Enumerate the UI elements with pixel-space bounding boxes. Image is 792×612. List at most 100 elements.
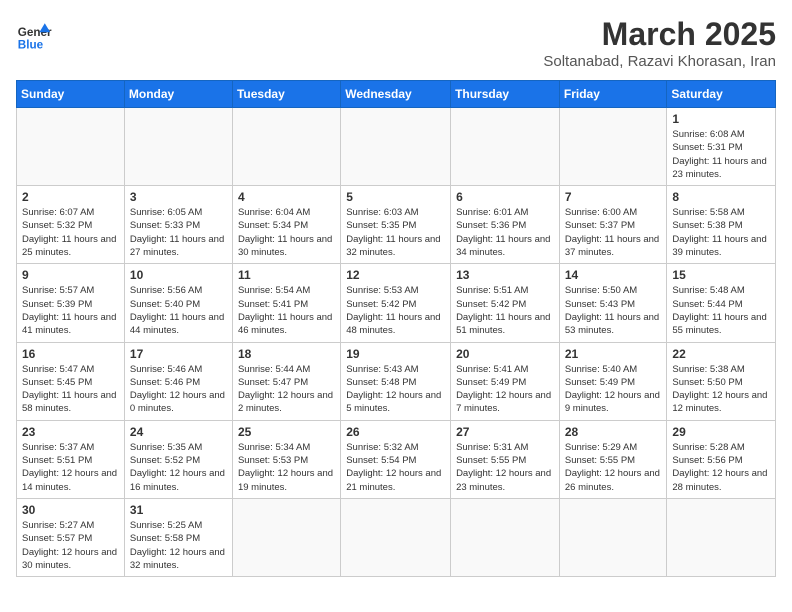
day-number: 14 bbox=[565, 268, 662, 282]
calendar-cell: 30Sunrise: 5:27 AMSunset: 5:57 PMDayligh… bbox=[17, 498, 125, 576]
day-number: 4 bbox=[238, 190, 335, 204]
day-info: Sunrise: 6:05 AMSunset: 5:33 PMDaylight:… bbox=[130, 206, 227, 259]
day-info: Sunrise: 5:50 AMSunset: 5:43 PMDaylight:… bbox=[565, 284, 662, 337]
calendar-cell: 18 Sunrise: 5:44 AMSunset: 5:47 PMDayligh… bbox=[232, 342, 340, 420]
day-info: Sunrise: 5:57 AMSunset: 5:39 PMDaylight:… bbox=[22, 284, 119, 337]
day-number: 24 bbox=[130, 425, 227, 439]
calendar-cell: 17 Sunrise: 5:46 AMSunset: 5:46 PMDayligh… bbox=[124, 342, 232, 420]
day-number: 15 bbox=[672, 268, 770, 282]
location-subtitle: Soltanabad, Razavi Khorasan, Iran bbox=[543, 53, 776, 70]
day-info: Sunrise: 6:08 AMSunset: 5:31 PMDaylight:… bbox=[672, 128, 770, 181]
day-info: Sunrise: 5:56 AMSunset: 5:40 PMDaylight:… bbox=[130, 284, 227, 337]
calendar-cell bbox=[17, 108, 125, 186]
weekday-header: Friday bbox=[559, 81, 667, 108]
day-info: Sunrise: 5:46 AMSunset: 5:46 PMDaylight:… bbox=[130, 363, 227, 416]
calendar-cell: 11 Sunrise: 5:54 AMSunset: 5:41 PMDayligh… bbox=[232, 264, 340, 342]
calendar-cell bbox=[341, 498, 451, 576]
calendar-cell bbox=[232, 498, 340, 576]
day-info: Sunrise: 5:58 AMSunset: 5:38 PMDaylight:… bbox=[672, 206, 770, 259]
day-number: 13 bbox=[456, 268, 554, 282]
day-number: 22 bbox=[672, 347, 770, 361]
day-info: Sunrise: 5:48 AMSunset: 5:44 PMDaylight:… bbox=[672, 284, 770, 337]
day-info: Sunrise: 5:38 AMSunset: 5:50 PMDaylight:… bbox=[672, 363, 770, 416]
day-number: 9 bbox=[22, 268, 119, 282]
calendar-cell: 19 Sunrise: 5:43 AMSunset: 5:48 PMDayligh… bbox=[341, 342, 451, 420]
day-number: 29 bbox=[672, 425, 770, 439]
day-number: 26 bbox=[346, 425, 445, 439]
weekday-header: Saturday bbox=[667, 81, 776, 108]
calendar-cell: 1 Sunrise: 6:08 AMSunset: 5:31 PMDaylight… bbox=[667, 108, 776, 186]
calendar-cell bbox=[232, 108, 340, 186]
calendar-cell: 21Sunrise: 5:40 AMSunset: 5:49 PMDayligh… bbox=[559, 342, 667, 420]
day-info: Sunrise: 5:43 AMSunset: 5:48 PMDaylight:… bbox=[346, 363, 445, 416]
day-number: 20 bbox=[456, 347, 554, 361]
day-number: 19 bbox=[346, 347, 445, 361]
calendar-week-row: 30Sunrise: 5:27 AMSunset: 5:57 PMDayligh… bbox=[17, 498, 776, 576]
day-info: Sunrise: 5:37 AMSunset: 5:51 PMDaylight:… bbox=[22, 441, 119, 494]
calendar-cell: 3 Sunrise: 6:05 AMSunset: 5:33 PMDaylight… bbox=[124, 186, 232, 264]
calendar-cell bbox=[559, 498, 667, 576]
day-info: Sunrise: 5:54 AMSunset: 5:41 PMDaylight:… bbox=[238, 284, 335, 337]
day-number: 8 bbox=[672, 190, 770, 204]
day-number: 16 bbox=[22, 347, 119, 361]
day-number: 30 bbox=[22, 503, 119, 517]
day-number: 1 bbox=[672, 112, 770, 126]
day-number: 25 bbox=[238, 425, 335, 439]
calendar-week-row: 9 Sunrise: 5:57 AMSunset: 5:39 PMDaylight… bbox=[17, 264, 776, 342]
weekday-header-row: SundayMondayTuesdayWednesdayThursdayFrid… bbox=[17, 81, 776, 108]
calendar-cell: 13 Sunrise: 5:51 AMSunset: 5:42 PMDayligh… bbox=[451, 264, 560, 342]
day-info: Sunrise: 6:00 AMSunset: 5:37 PMDaylight:… bbox=[565, 206, 662, 259]
calendar-table: SundayMondayTuesdayWednesdayThursdayFrid… bbox=[16, 80, 776, 577]
calendar-week-row: 23 Sunrise: 5:37 AMSunset: 5:51 PMDayligh… bbox=[17, 420, 776, 498]
calendar-cell: 27Sunrise: 5:31 AMSunset: 5:55 PMDayligh… bbox=[451, 420, 560, 498]
calendar-cell: 10 Sunrise: 5:56 AMSunset: 5:40 PMDayligh… bbox=[124, 264, 232, 342]
calendar-week-row: 1 Sunrise: 6:08 AMSunset: 5:31 PMDaylight… bbox=[17, 108, 776, 186]
calendar-cell: 28Sunrise: 5:29 AMSunset: 5:55 PMDayligh… bbox=[559, 420, 667, 498]
month-title: March 2025 bbox=[543, 16, 776, 53]
day-number: 2 bbox=[22, 190, 119, 204]
calendar-cell: 2 Sunrise: 6:07 AMSunset: 5:32 PMDaylight… bbox=[17, 186, 125, 264]
day-info: Sunrise: 5:51 AMSunset: 5:42 PMDaylight:… bbox=[456, 284, 554, 337]
day-number: 6 bbox=[456, 190, 554, 204]
weekday-header: Monday bbox=[124, 81, 232, 108]
calendar-cell bbox=[559, 108, 667, 186]
calendar-cell bbox=[124, 108, 232, 186]
logo: General Blue bbox=[16, 16, 52, 52]
calendar-cell: 22 Sunrise: 5:38 AMSunset: 5:50 PMDayligh… bbox=[667, 342, 776, 420]
day-number: 10 bbox=[130, 268, 227, 282]
weekday-header: Tuesday bbox=[232, 81, 340, 108]
calendar-cell bbox=[451, 108, 560, 186]
day-number: 11 bbox=[238, 268, 335, 282]
day-number: 5 bbox=[346, 190, 445, 204]
calendar-cell bbox=[341, 108, 451, 186]
day-info: Sunrise: 5:41 AMSunset: 5:49 PMDaylight:… bbox=[456, 363, 554, 416]
calendar-week-row: 2 Sunrise: 6:07 AMSunset: 5:32 PMDaylight… bbox=[17, 186, 776, 264]
weekday-header: Thursday bbox=[451, 81, 560, 108]
day-info: Sunrise: 5:28 AMSunset: 5:56 PMDaylight:… bbox=[672, 441, 770, 494]
calendar-cell bbox=[451, 498, 560, 576]
calendar-cell: 26Sunrise: 5:32 AMSunset: 5:54 PMDayligh… bbox=[341, 420, 451, 498]
calendar-cell: 6 Sunrise: 6:01 AMSunset: 5:36 PMDaylight… bbox=[451, 186, 560, 264]
day-number: 3 bbox=[130, 190, 227, 204]
logo-icon: General Blue bbox=[16, 16, 52, 52]
day-number: 27 bbox=[456, 425, 554, 439]
calendar-cell: 24Sunrise: 5:35 AMSunset: 5:52 PMDayligh… bbox=[124, 420, 232, 498]
day-info: Sunrise: 5:25 AMSunset: 5:58 PMDaylight:… bbox=[130, 519, 227, 572]
day-info: Sunrise: 6:01 AMSunset: 5:36 PMDaylight:… bbox=[456, 206, 554, 259]
day-info: Sunrise: 5:40 AMSunset: 5:49 PMDaylight:… bbox=[565, 363, 662, 416]
calendar-cell: 20 Sunrise: 5:41 AMSunset: 5:49 PMDayligh… bbox=[451, 342, 560, 420]
calendar-cell: 31Sunrise: 5:25 AMSunset: 5:58 PMDayligh… bbox=[124, 498, 232, 576]
day-number: 17 bbox=[130, 347, 227, 361]
day-info: Sunrise: 5:44 AMSunset: 5:47 PMDaylight:… bbox=[238, 363, 335, 416]
weekday-header: Wednesday bbox=[341, 81, 451, 108]
day-info: Sunrise: 5:53 AMSunset: 5:42 PMDaylight:… bbox=[346, 284, 445, 337]
day-number: 18 bbox=[238, 347, 335, 361]
day-info: Sunrise: 6:04 AMSunset: 5:34 PMDaylight:… bbox=[238, 206, 335, 259]
day-number: 12 bbox=[346, 268, 445, 282]
day-info: Sunrise: 6:07 AMSunset: 5:32 PMDaylight:… bbox=[22, 206, 119, 259]
page-header: General Blue March 2025 Soltanabad, Raza… bbox=[16, 16, 776, 70]
day-number: 23 bbox=[22, 425, 119, 439]
calendar-cell: 9 Sunrise: 5:57 AMSunset: 5:39 PMDaylight… bbox=[17, 264, 125, 342]
calendar-cell: 16Sunrise: 5:47 AMSunset: 5:45 PMDayligh… bbox=[17, 342, 125, 420]
calendar-cell: 25Sunrise: 5:34 AMSunset: 5:53 PMDayligh… bbox=[232, 420, 340, 498]
